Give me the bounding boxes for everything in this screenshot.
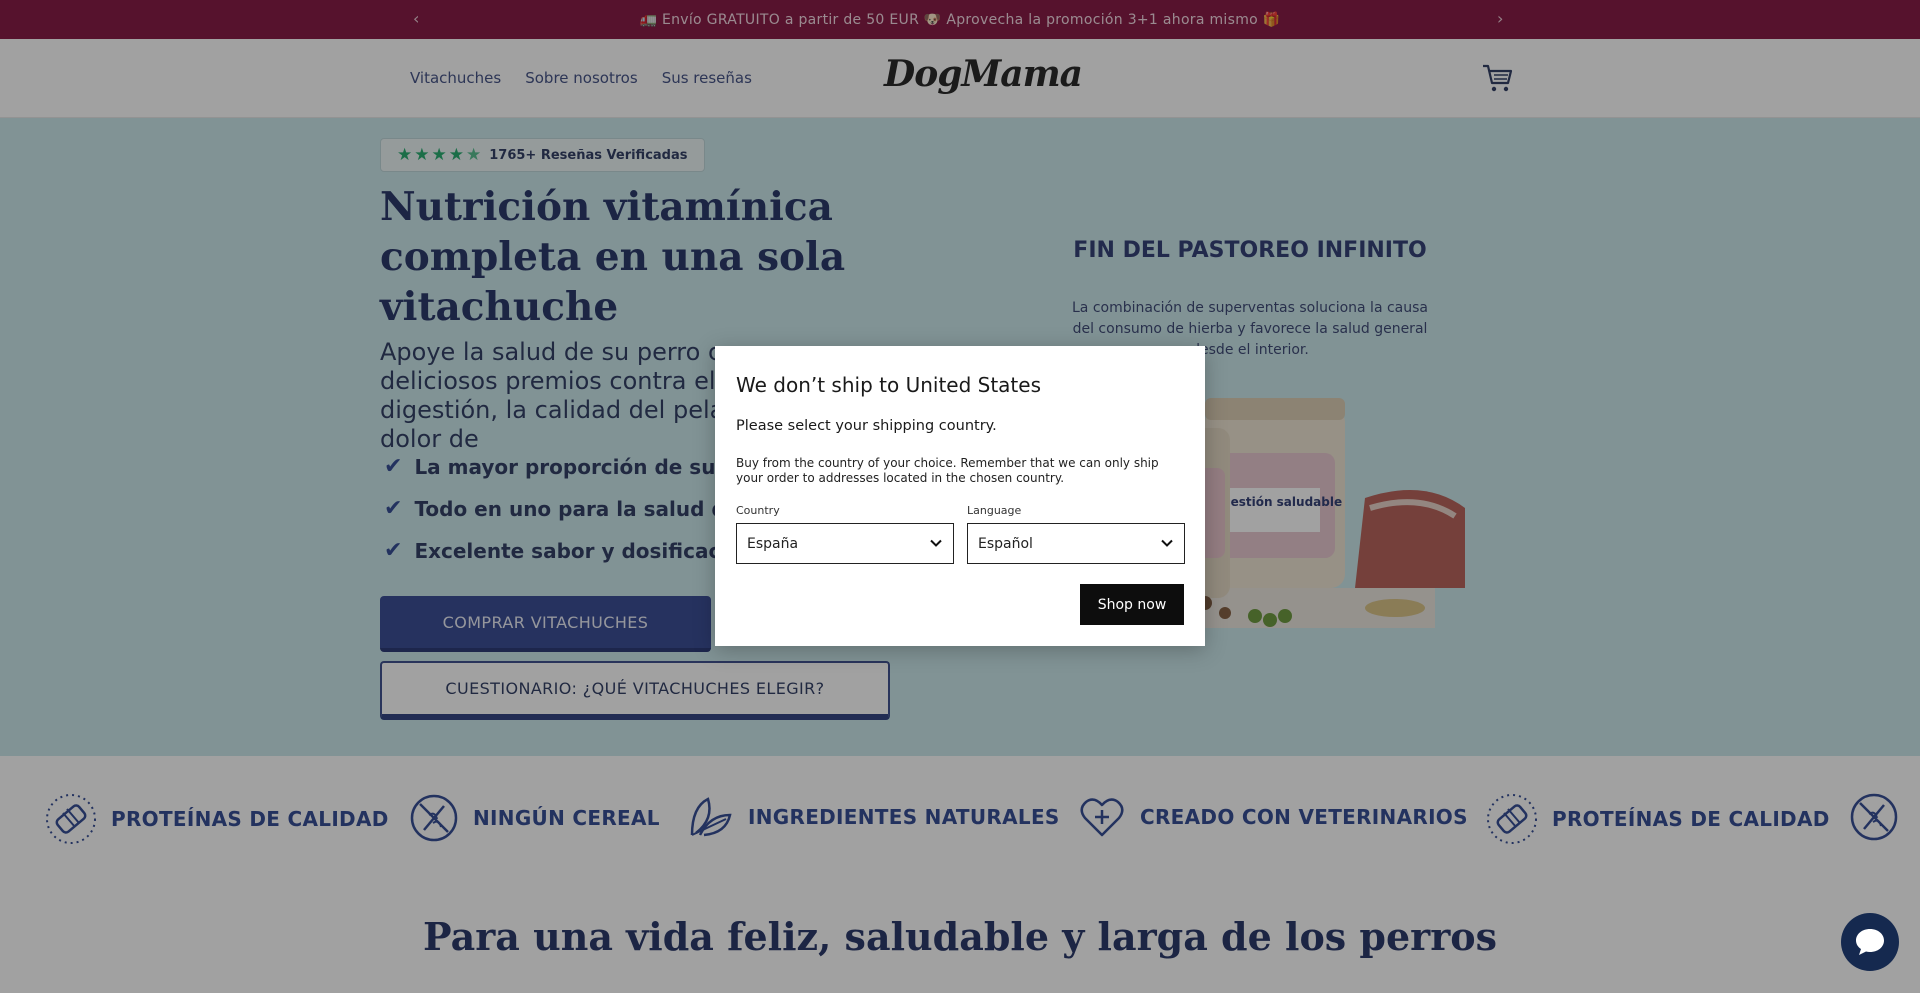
country-value: España (747, 535, 799, 552)
language-select[interactable]: Español (967, 523, 1185, 564)
chevron-down-icon (1161, 539, 1173, 547)
chat-button[interactable] (1841, 913, 1899, 971)
shipping-country-modal: We don’t ship to United States Please se… (715, 346, 1205, 646)
modal-instruction: Please select your shipping country. (736, 418, 997, 434)
country-select[interactable]: España (736, 523, 954, 564)
shop-now-button[interactable]: Shop now (1080, 584, 1184, 625)
chevron-down-icon (930, 539, 942, 547)
language-label: Language (967, 504, 1022, 517)
country-label: Country (736, 504, 780, 517)
modal-note: Buy from the country of your choice. Rem… (736, 456, 1159, 485)
modal-title: We don’t ship to United States (736, 373, 1041, 397)
language-value: Español (978, 535, 1033, 552)
chat-bubble-icon (1856, 929, 1884, 955)
